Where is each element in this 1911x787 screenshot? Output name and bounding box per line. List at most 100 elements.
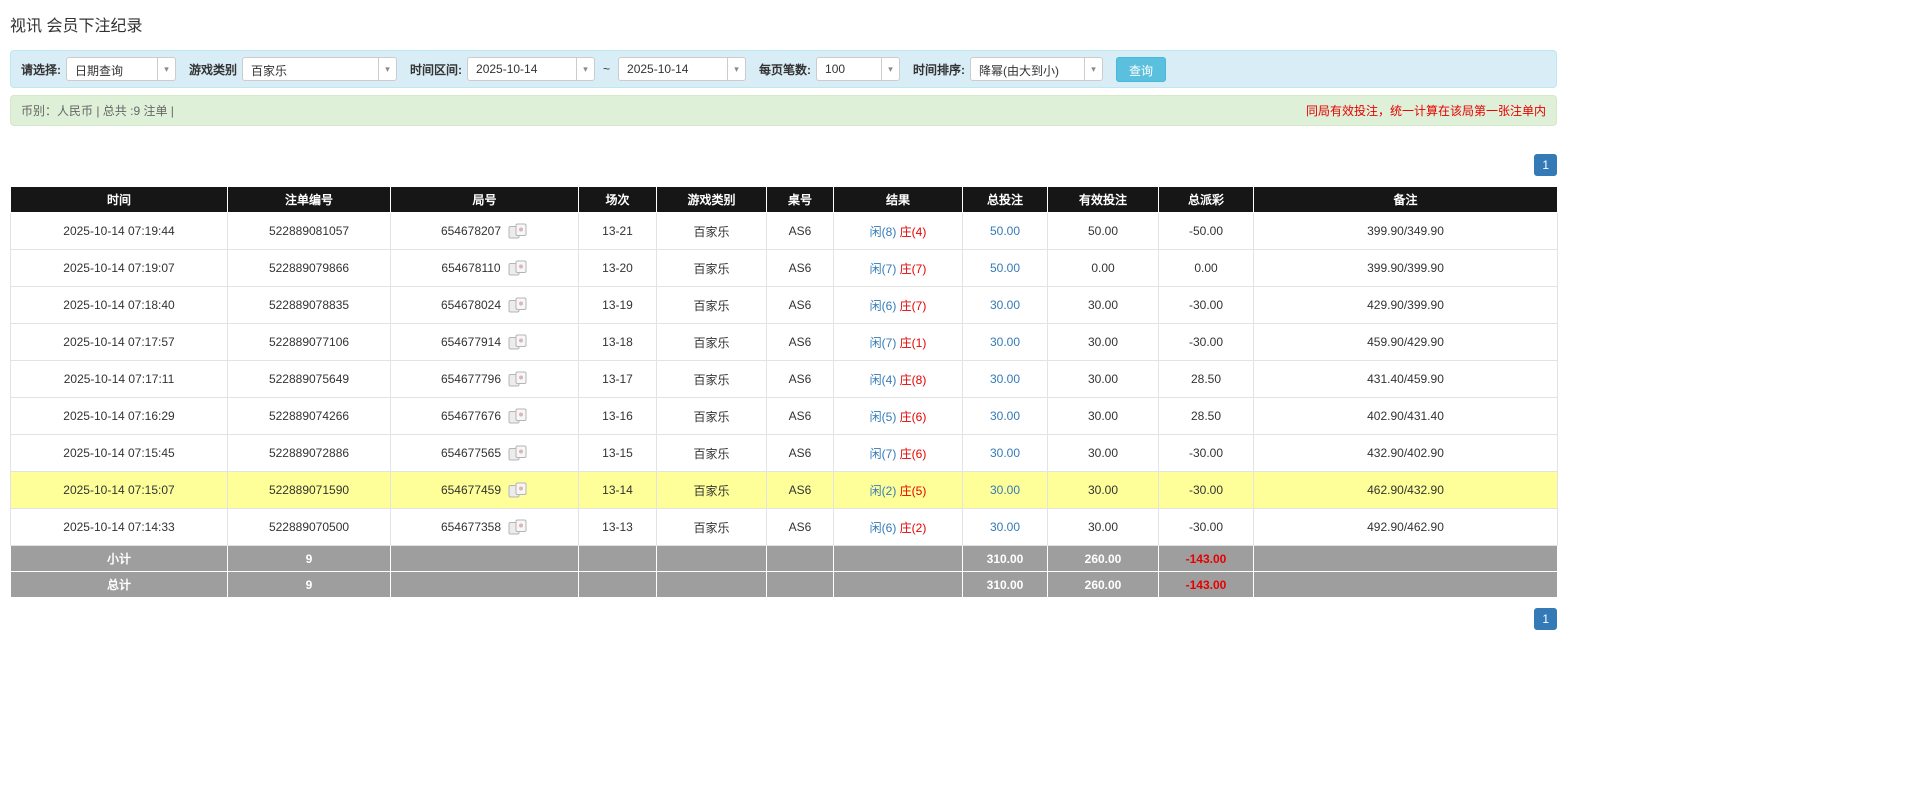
game-replay-cards-icon[interactable]: [508, 223, 528, 239]
footer-total-bet: 310.00: [963, 546, 1048, 572]
game-replay-cards-icon[interactable]: [508, 371, 528, 387]
sort-select[interactable]: 降幂(由大到小) ▾: [970, 57, 1103, 81]
cell-table-number: AS6: [767, 509, 834, 546]
cell-remark: 432.90/402.90: [1254, 435, 1558, 472]
total-bet-link[interactable]: 30.00: [990, 483, 1020, 497]
cell-remark: 462.90/432.90: [1254, 472, 1558, 509]
total-bet-link[interactable]: 30.00: [990, 372, 1020, 386]
cell-result: 闲(8) 庄(4): [834, 213, 963, 250]
table-header: 时间注单编号局号场次游戏类别桌号结果总投注有效投注总派彩备注: [11, 187, 1558, 213]
query-type-select[interactable]: 日期查询 ▾: [66, 57, 176, 81]
sort-label: 时间排序:: [913, 61, 965, 78]
total-bet-link[interactable]: 30.00: [990, 409, 1020, 423]
game-replay-cards-icon[interactable]: [508, 260, 528, 276]
table-row: 2025-10-14 07:15:45522889072886654677565…: [11, 435, 1558, 472]
cell-payout: -30.00: [1159, 435, 1254, 472]
cell-total-bet: 50.00: [963, 250, 1048, 287]
cell-round-id: 654678024: [391, 287, 579, 324]
game-replay-cards-icon[interactable]: [508, 297, 528, 313]
result-banker: 庄(7): [900, 262, 927, 276]
total-bet-link[interactable]: 50.00: [990, 224, 1020, 238]
pagination-top: 1: [10, 154, 1557, 176]
game-replay-cards-icon[interactable]: [508, 519, 528, 535]
cell-result: 闲(2) 庄(5): [834, 472, 963, 509]
footer-payout: -143.00: [1159, 546, 1254, 572]
cell-time: 2025-10-14 07:14:33: [11, 509, 228, 546]
page-1-button[interactable]: 1: [1534, 608, 1557, 630]
footer-empty-cell: [579, 546, 657, 572]
cell-total-bet: 30.00: [963, 509, 1048, 546]
total-bet-link[interactable]: 30.00: [990, 335, 1020, 349]
date-from-select[interactable]: 2025-10-14 ▾: [467, 57, 595, 81]
cell-valid-bet: 30.00: [1048, 287, 1159, 324]
total-bet-link[interactable]: 50.00: [990, 261, 1020, 275]
cell-valid-bet: 30.00: [1048, 398, 1159, 435]
date-to-select[interactable]: 2025-10-14 ▾: [618, 57, 746, 81]
page-size-select[interactable]: 100 ▾: [816, 57, 900, 81]
cell-time: 2025-10-14 07:17:57: [11, 324, 228, 361]
cell-table-number: AS6: [767, 398, 834, 435]
total-bet-link[interactable]: 30.00: [990, 520, 1020, 534]
footer-count: 9: [228, 572, 391, 598]
cell-result: 闲(6) 庄(2): [834, 509, 963, 546]
cell-round-id: 654677459: [391, 472, 579, 509]
cell-valid-bet: 0.00: [1048, 250, 1159, 287]
cell-valid-bet: 50.00: [1048, 213, 1159, 250]
date-range-label: 时间区间:: [410, 61, 462, 78]
cell-bet-id: 522889071590: [228, 472, 391, 509]
round-number: 654677914: [441, 335, 501, 349]
game-replay-cards-icon[interactable]: [508, 334, 528, 350]
cell-bet-id: 522889070500: [228, 509, 391, 546]
date-from-value: 2025-10-14: [468, 58, 576, 80]
cell-total-bet: 30.00: [963, 398, 1048, 435]
footer-empty-cell: [1254, 546, 1558, 572]
game-category-value: 百家乐: [243, 58, 378, 80]
cell-total-bet: 30.00: [963, 324, 1048, 361]
cell-game-category: 百家乐: [657, 472, 767, 509]
column-header: 备注: [1254, 187, 1558, 213]
column-header: 局号: [391, 187, 579, 213]
game-replay-cards-icon[interactable]: [508, 482, 528, 498]
cell-total-bet: 30.00: [963, 472, 1048, 509]
table-row: 2025-10-14 07:16:29522889074266654677676…: [11, 398, 1558, 435]
query-type-label: 请选择:: [21, 61, 61, 78]
cell-round-id: 654677914: [391, 324, 579, 361]
cell-round-id: 654677676: [391, 398, 579, 435]
table-row: 2025-10-14 07:17:11522889075649654677796…: [11, 361, 1558, 398]
cell-session: 13-15: [579, 435, 657, 472]
footer-empty-cell: [767, 572, 834, 598]
cell-time: 2025-10-14 07:18:40: [11, 287, 228, 324]
result-banker: 庄(4): [900, 225, 927, 239]
cell-valid-bet: 30.00: [1048, 435, 1159, 472]
search-button[interactable]: 查询: [1116, 57, 1166, 82]
cell-payout: 0.00: [1159, 250, 1254, 287]
game-replay-cards-icon[interactable]: [508, 408, 528, 424]
game-category-select[interactable]: 百家乐 ▾: [242, 57, 397, 81]
footer-valid-bet: 260.00: [1048, 546, 1159, 572]
caret-down-icon: ▾: [1084, 58, 1102, 80]
cell-table-number: AS6: [767, 213, 834, 250]
sort-value: 降幂(由大到小): [971, 58, 1084, 80]
total-bet-link[interactable]: 30.00: [990, 446, 1020, 460]
column-header: 时间: [11, 187, 228, 213]
result-player: 闲(7): [870, 447, 897, 461]
table-row: 2025-10-14 07:19:07522889079866654678110…: [11, 250, 1558, 287]
cell-session: 13-19: [579, 287, 657, 324]
table-row: 2025-10-14 07:17:57522889077106654677914…: [11, 324, 1558, 361]
total-bet-link[interactable]: 30.00: [990, 298, 1020, 312]
footer-valid-bet: 260.00: [1048, 572, 1159, 598]
game-replay-cards-icon[interactable]: [508, 445, 528, 461]
filter-bar: 请选择: 日期查询 ▾ 游戏类别 百家乐 ▾ 时间区间: 2025-10-14 …: [10, 50, 1557, 88]
page-title: 视讯 会员下注纪录: [10, 10, 1557, 50]
page-1-button[interactable]: 1: [1534, 154, 1557, 176]
cell-result: 闲(5) 庄(6): [834, 398, 963, 435]
page-size-label: 每页笔数:: [759, 61, 811, 78]
cell-game-category: 百家乐: [657, 435, 767, 472]
round-number: 654677565: [441, 446, 501, 460]
cell-payout: 28.50: [1159, 361, 1254, 398]
cell-time: 2025-10-14 07:19:07: [11, 250, 228, 287]
cell-payout: -30.00: [1159, 472, 1254, 509]
date-to-value: 2025-10-14: [619, 58, 727, 80]
cell-result: 闲(7) 庄(6): [834, 435, 963, 472]
footer-label: 总计: [11, 572, 228, 598]
